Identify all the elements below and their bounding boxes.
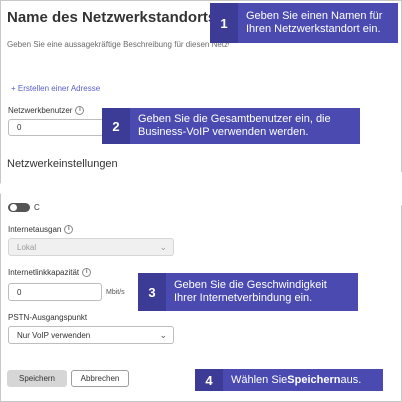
network-users-label: Netzwerkbenutzer i: [8, 106, 85, 116]
chevron-down-icon: ⌄: [159, 329, 167, 340]
network-users-input[interactable]: 0: [8, 119, 104, 136]
bandwidth-input[interactable]: 0: [8, 283, 102, 301]
callout-number: 2: [102, 108, 130, 144]
page-subtitle: Geben Sie eine aussagekräftige Beschreib…: [7, 40, 229, 49]
callout-text: Wählen Sie Speichern aus.: [223, 369, 383, 391]
callout-text: Geben Sie die Gesamtbenutzer ein, die Bu…: [130, 108, 360, 144]
create-address-link[interactable]: + Erstellen einer Adresse: [11, 84, 100, 93]
internet-egress-label-text: Internetausgan: [8, 225, 62, 234]
callout-number: 4: [195, 369, 223, 391]
network-users-label-text: Netzwerkbenutzer: [8, 106, 73, 115]
bandwidth-value: 0: [17, 287, 22, 297]
network-users-value: 0: [17, 123, 22, 132]
toggle-label: C: [34, 203, 40, 212]
info-icon[interactable]: i: [82, 268, 92, 278]
cancel-button[interactable]: Abbrechen: [71, 370, 129, 387]
toggle-switch[interactable]: [8, 203, 30, 212]
chevron-down-icon: ⌄: [159, 241, 167, 252]
callout-text: Geben Sie die Geschwindigkeit Ihrer Inte…: [166, 273, 358, 311]
internet-egress-select: Lokal ⌄: [8, 238, 174, 256]
callout-3: 3 Geben Sie die Geschwindigkeit Ihrer In…: [138, 273, 358, 311]
callout-1: 1 Geben Sie einen Namen für Ihren Netzwe…: [210, 3, 398, 43]
page-title: Name des Netzwerkstandorts: [7, 9, 217, 26]
pstn-egress-value: Nur VoIP verwenden: [17, 330, 91, 340]
pstn-egress-select[interactable]: Nur VoIP verwenden ⌄: [8, 326, 174, 344]
torn-edge: [0, 169, 402, 207]
callout-number: 1: [210, 3, 238, 43]
callout-4: 4 Wählen Sie Speichern aus.: [195, 369, 383, 391]
info-icon[interactable]: i: [75, 106, 85, 116]
internet-egress-value: Lokal: [17, 242, 37, 252]
pstn-egress-label: PSTN-Ausgangspunkt: [8, 313, 88, 322]
bandwidth-label-text: Internetlinkkapazität: [8, 268, 80, 277]
callout-2: 2 Geben Sie die Gesamtbenutzer ein, die …: [102, 108, 360, 144]
callout-number: 3: [138, 273, 166, 311]
bandwidth-label: Internetlinkkapazität i: [8, 268, 92, 278]
callout-text-bold: Speichern: [287, 373, 341, 386]
bandwidth-unit: Mbit/s: [106, 289, 125, 296]
callout-text-after: aus.: [340, 373, 362, 386]
info-icon[interactable]: i: [64, 225, 74, 235]
save-button[interactable]: Speichern: [7, 370, 67, 387]
callout-text-before: Wählen Sie: [231, 373, 288, 386]
callout-text: Geben Sie einen Namen für Ihren Netzwerk…: [238, 3, 398, 43]
internet-egress-label: Internetausgan i: [8, 225, 74, 235]
